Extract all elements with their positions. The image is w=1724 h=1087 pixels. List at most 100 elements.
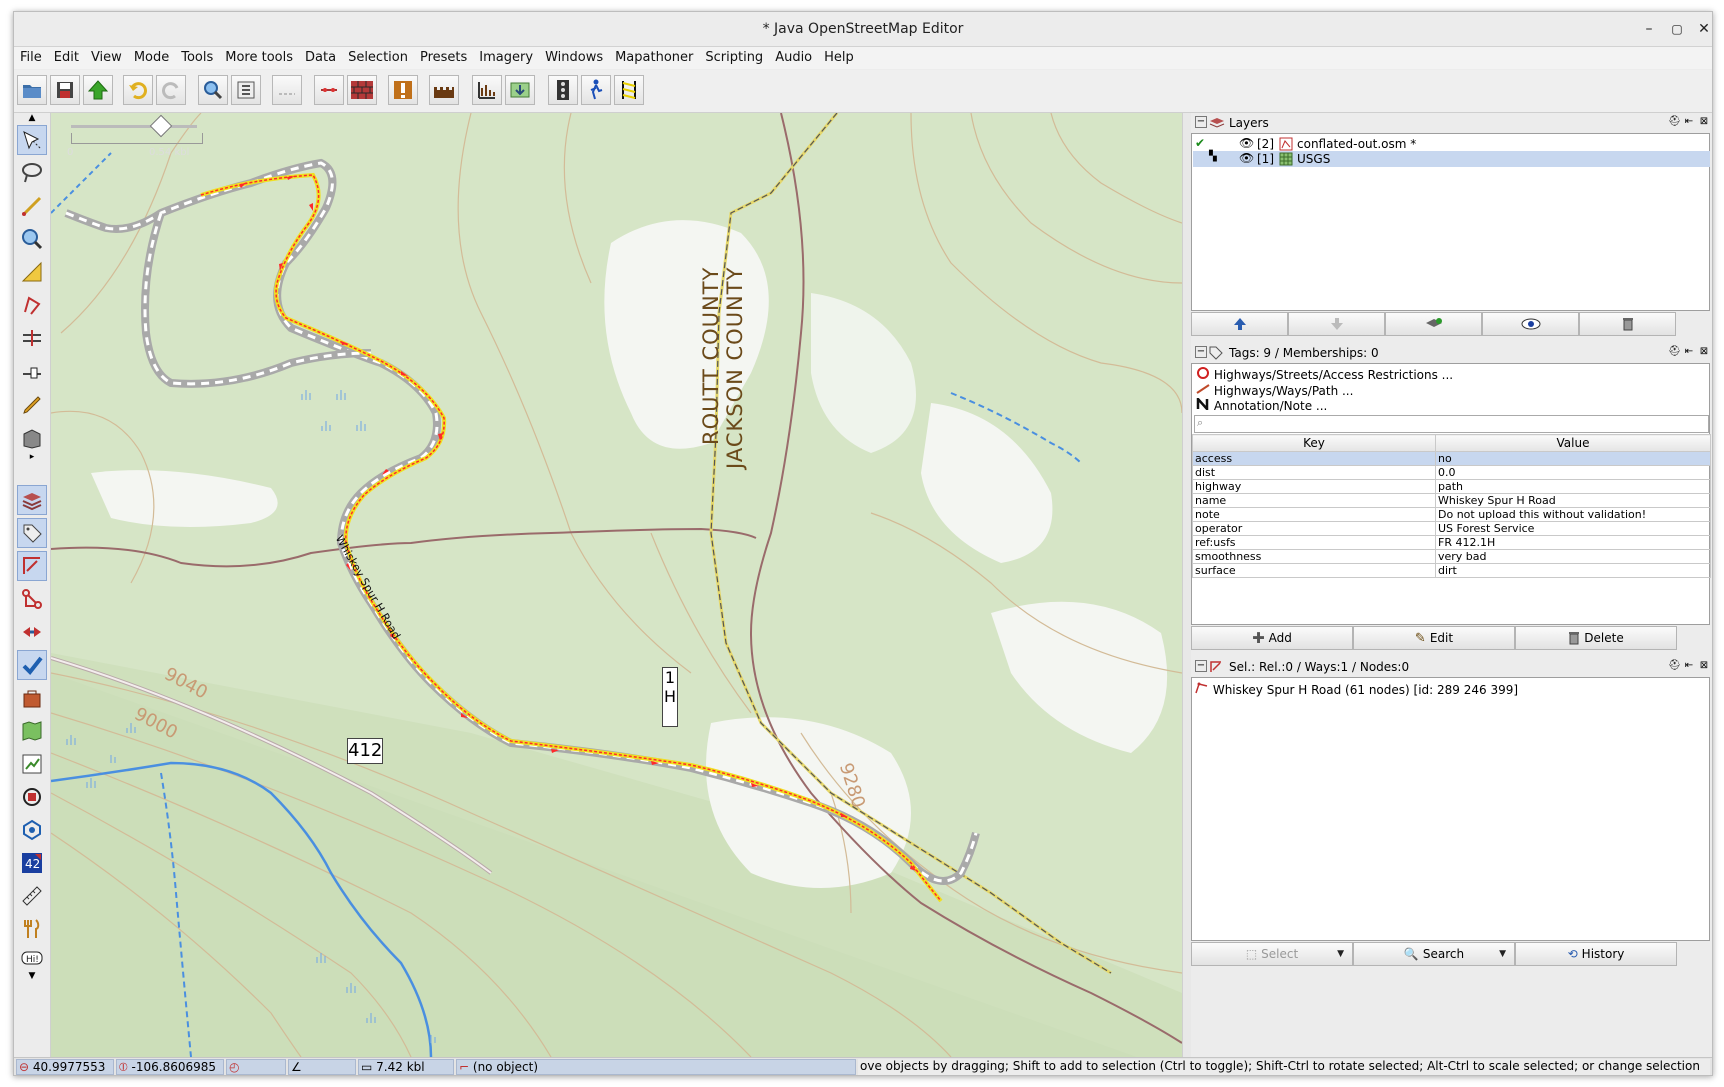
list-item[interactable]: Whiskey Spur H Road (61 nodes) [id: 289 … xyxy=(1195,681,1518,697)
select-button[interactable]: ⬚ Select ▼ xyxy=(1191,942,1353,966)
tag-value[interactable]: dirt xyxy=(1435,563,1711,578)
redo-button[interactable] xyxy=(156,75,186,105)
maximize-button[interactable]: ▢ xyxy=(1666,18,1688,40)
table-row[interactable]: smoothness very bad xyxy=(1192,549,1711,564)
preferences-button[interactable] xyxy=(231,75,261,105)
close-panel-icon[interactable]: ⊠ xyxy=(1698,660,1710,672)
close-button[interactable]: ✕ xyxy=(1693,18,1712,40)
menu-audio[interactable]: Audio xyxy=(769,47,818,65)
dropdown-arrow-icon[interactable]: ▼ xyxy=(1499,949,1506,959)
tag-key[interactable]: operator xyxy=(1192,521,1436,536)
tag-key[interactable]: note xyxy=(1192,507,1436,522)
select-mode-button[interactable] xyxy=(17,125,47,155)
zoom-to-data-button[interactable] xyxy=(198,75,228,105)
menu-scripting[interactable]: Scripting xyxy=(699,47,769,65)
combine-way-button[interactable] xyxy=(314,75,344,105)
move-down-button[interactable] xyxy=(1288,312,1385,336)
delete-layer-button[interactable] xyxy=(1579,312,1676,336)
save-button[interactable] xyxy=(50,75,80,105)
tag-key[interactable]: ref:usfs xyxy=(1192,535,1436,550)
tags-table[interactable]: Key Value access no dist 0.0 highway path na… xyxy=(1192,434,1711,578)
table-row[interactable]: access no xyxy=(1192,451,1711,466)
move-up-button[interactable] xyxy=(1191,312,1288,336)
table-row[interactable]: ref:usfs FR 412.1H xyxy=(1192,535,1711,550)
geo-42-button[interactable]: 42 xyxy=(17,848,47,878)
filter-button[interactable] xyxy=(17,815,47,845)
hi-plugin-button[interactable]: Hi! xyxy=(17,947,47,969)
detach-icon[interactable]: ⇤ xyxy=(1683,660,1695,672)
draw-mode-button[interactable] xyxy=(17,191,47,221)
selection-list-toggle-button[interactable] xyxy=(17,551,47,581)
cutlery-button[interactable] xyxy=(17,914,47,944)
command-stack-button[interactable] xyxy=(17,683,47,713)
help-icon[interactable]: ⛑ xyxy=(1668,116,1681,128)
collapse-icon[interactable]: − xyxy=(1195,116,1207,128)
detach-icon[interactable]: ⇤ xyxy=(1683,346,1695,358)
elevation-profile-button[interactable] xyxy=(472,75,502,105)
delete-tag-button[interactable]: Delete xyxy=(1515,626,1677,650)
table-row[interactable]: highway path xyxy=(1192,479,1711,494)
tag-search-input[interactable]: ⌕ xyxy=(1194,415,1709,433)
expand-arrow-icon[interactable]: ▸ xyxy=(17,451,47,463)
lasso-mode-button[interactable] xyxy=(17,158,47,188)
scroll-up-arrow-icon[interactable]: ▲ xyxy=(17,113,47,123)
changeset-button[interactable] xyxy=(17,749,47,779)
detach-icon[interactable]: ⇤ xyxy=(1683,116,1695,128)
improve-way-button[interactable] xyxy=(17,290,47,320)
close-panel-icon[interactable]: ⊠ xyxy=(1698,116,1710,128)
table-row[interactable]: operator US Forest Service xyxy=(1192,521,1711,536)
menu-mapathoner[interactable]: Mapathoner xyxy=(609,47,699,65)
scroll-down-arrow-icon[interactable]: ▼ xyxy=(17,971,47,981)
layer-row[interactable]: ✔ 👁 [2] conflated-out.osm * xyxy=(1193,136,1710,152)
tag-value[interactable]: Whiskey Spur H Road xyxy=(1435,493,1711,508)
table-row[interactable]: surface dirt xyxy=(1192,563,1711,578)
zoom-mode-button[interactable] xyxy=(17,224,47,254)
parallel-way-button[interactable] xyxy=(17,323,47,353)
help-icon[interactable]: ⛑ xyxy=(1668,660,1681,672)
tag-key[interactable]: smoothness xyxy=(1192,549,1436,564)
selection-list[interactable]: Whiskey Spur H Road (61 nodes) [id: 289 … xyxy=(1191,677,1710,941)
tag-key[interactable]: name xyxy=(1192,493,1436,508)
close-panel-icon[interactable]: ⊠ xyxy=(1698,346,1710,358)
validation-button[interactable] xyxy=(388,75,418,105)
menu-presets[interactable]: Presets xyxy=(414,47,473,65)
menu-imagery[interactable]: Imagery xyxy=(473,47,539,65)
layers-toggle-button[interactable] xyxy=(17,485,47,515)
eye-icon[interactable]: 👁 xyxy=(1239,136,1254,150)
castle-button[interactable] xyxy=(429,75,459,105)
layer-row[interactable]: ▚ 👁 [1] USGS xyxy=(1193,151,1710,167)
edit-tag-button[interactable]: ✎ Edit xyxy=(1353,626,1515,650)
extrude-button[interactable] xyxy=(17,356,47,386)
table-row[interactable]: name Whiskey Spur H Road xyxy=(1192,493,1711,508)
map-canvas[interactable] xyxy=(51,113,1182,1057)
search-button[interactable]: 🔍 Search ▼ xyxy=(1353,942,1515,966)
key-column-header[interactable]: Key xyxy=(1192,434,1436,452)
toggle-visibility-button[interactable] xyxy=(1482,312,1579,336)
tag-value[interactable]: path xyxy=(1435,479,1711,494)
layer-list[interactable]: ✔ 👁 [2] conflated-out.osm * ▚ 👁 [1] USGS xyxy=(1191,133,1710,311)
menu-data[interactable]: Data xyxy=(299,47,342,65)
conflict-button[interactable] xyxy=(17,617,47,647)
building-tool-button[interactable] xyxy=(17,423,47,453)
menu-tools[interactable]: Tools xyxy=(175,47,219,65)
help-icon[interactable]: ⛑ xyxy=(1668,346,1681,358)
relations-button[interactable] xyxy=(17,584,47,614)
tag-value[interactable]: US Forest Service xyxy=(1435,521,1711,536)
open-file-button[interactable] xyxy=(17,75,47,105)
menu-edit[interactable]: Edit xyxy=(48,47,85,65)
tag-key[interactable]: dist xyxy=(1192,465,1436,480)
menu-selection[interactable]: Selection xyxy=(342,47,414,65)
collapse-icon[interactable]: − xyxy=(1195,346,1207,358)
value-column-header[interactable]: Value xyxy=(1435,434,1711,452)
pedestrian-button[interactable] xyxy=(581,75,611,105)
pencil-mode-button[interactable] xyxy=(17,390,47,420)
map-paint-button[interactable] xyxy=(17,716,47,746)
ruler-button[interactable] xyxy=(17,881,47,911)
building-button[interactable] xyxy=(347,75,377,105)
split-way-button[interactable] xyxy=(272,75,302,105)
tag-value[interactable]: no xyxy=(1435,451,1711,466)
activate-layer-button[interactable] xyxy=(1385,312,1482,336)
eye-icon[interactable]: 👁 xyxy=(1239,151,1254,165)
add-tag-button[interactable]: ✚ Add xyxy=(1191,626,1353,650)
table-row[interactable]: dist 0.0 xyxy=(1192,465,1711,480)
